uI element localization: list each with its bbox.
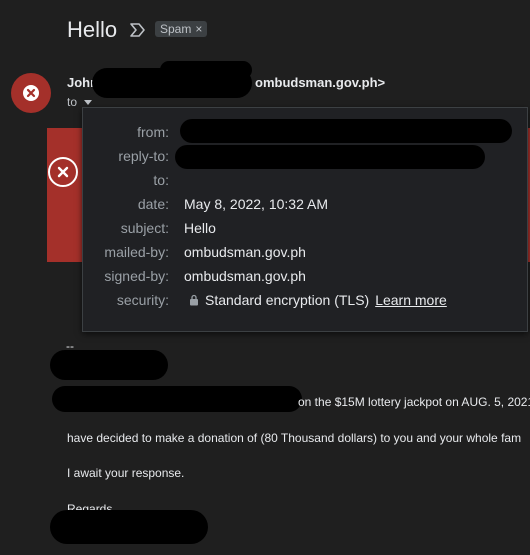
sender-avatar <box>11 73 51 113</box>
redaction-mark <box>175 145 485 169</box>
redaction-mark <box>52 386 302 412</box>
signed-by-value: ombudsman.gov.ph <box>184 268 306 284</box>
message-line-2: have decided to make a donation of (80 T… <box>67 431 522 445</box>
email-subject: Hello <box>67 17 118 42</box>
chevron-down-icon <box>84 99 93 105</box>
security-text: Standard encryption (TLS) <box>205 292 370 308</box>
details-row-to: to: <box>83 172 527 192</box>
redaction-mark <box>160 61 252 79</box>
date-value: May 8, 2022, 10:32 AM <box>184 196 328 212</box>
redaction-mark <box>180 119 512 143</box>
sender-address: ombudsman.gov.ph> <box>255 75 386 90</box>
message-line-3: I await your response. <box>67 466 185 480</box>
mailed-by-label: mailed-by: <box>104 244 169 260</box>
redaction-mark <box>50 510 208 544</box>
redaction-mark <box>50 350 168 380</box>
lock-icon <box>190 294 198 306</box>
subject-label: subject: <box>120 220 169 236</box>
details-row-signed-by: signed-by: ombudsman.gov.ph <box>83 268 527 288</box>
error-x-icon <box>23 85 39 101</box>
reply-to-label: reply-to: <box>118 148 169 164</box>
details-row-subject: subject: Hello <box>83 220 527 240</box>
importance-marker-icon[interactable] <box>129 22 147 38</box>
security-label: security: <box>116 292 169 308</box>
to-label: to <box>67 95 78 109</box>
spam-label-text: Spam <box>160 22 192 36</box>
signed-by-label: signed-by: <box>104 268 169 284</box>
learn-more-link[interactable]: Learn more <box>375 292 447 308</box>
date-label: date: <box>137 196 169 212</box>
subject-value: Hello <box>184 220 216 236</box>
from-label: from: <box>137 124 169 140</box>
message-details-popup: from: reply-to: to: date: May 8, 2022, 1… <box>82 107 528 332</box>
mailed-by-value: ombudsman.gov.ph <box>184 244 306 260</box>
remove-label-icon[interactable]: × <box>195 21 202 37</box>
spam-label-chip: Spam × <box>155 21 208 37</box>
to-field-label: to: <box>153 172 169 188</box>
details-row-security: security: Standard encryption (TLS) Lear… <box>83 292 527 312</box>
details-row-date: date: May 8, 2022, 10:32 AM <box>83 196 527 216</box>
error-x-icon <box>48 157 78 187</box>
message-line-1: on the $15M lottery jackpot on AUG. 5, 2… <box>298 395 530 409</box>
details-row-mailed-by: mailed-by: ombudsman.gov.ph <box>83 244 527 264</box>
security-value: Standard encryption (TLS) Learn more <box>189 292 447 308</box>
